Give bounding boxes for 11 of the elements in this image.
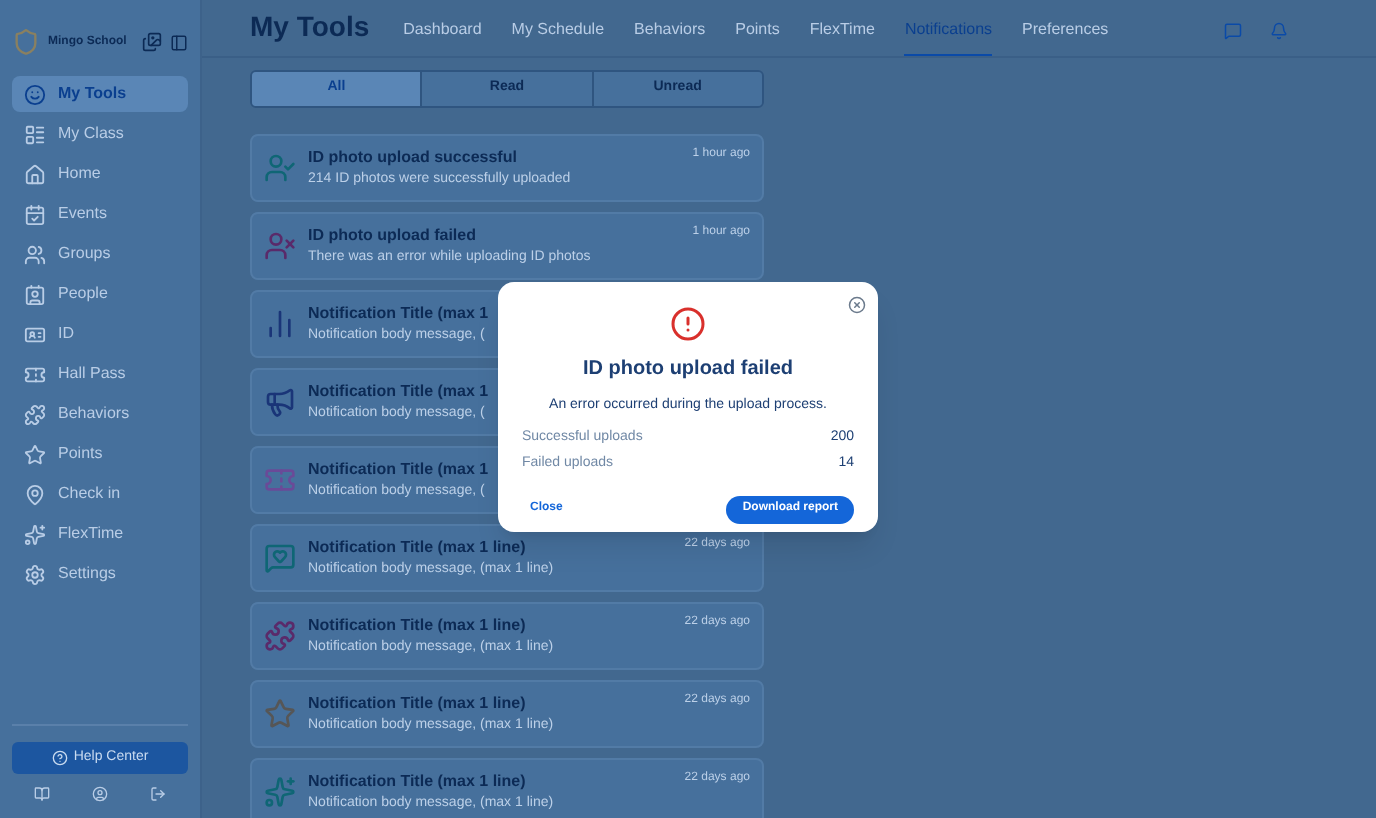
notification-title: Notification Title (max 1 line) [308, 535, 526, 560]
page-title: My Tools [250, 8, 370, 46]
notification-title: Notification Title (max 1 line) [308, 691, 526, 716]
notification-title: Notification Title (max 1 [308, 301, 489, 326]
notification-title: Notification Title (max 1 [308, 379, 489, 404]
notification-title: Notification Title (max 1 line) [308, 613, 526, 638]
notification-title: ID photo upload failed [308, 223, 476, 248]
notification-title: Notification Title (max 1 [308, 457, 489, 482]
dialog-title: ID photo upload failed [583, 356, 793, 384]
notification-title: Notification Title (max 1 line) [308, 769, 526, 794]
notification-title: ID photo upload successful [308, 145, 517, 170]
